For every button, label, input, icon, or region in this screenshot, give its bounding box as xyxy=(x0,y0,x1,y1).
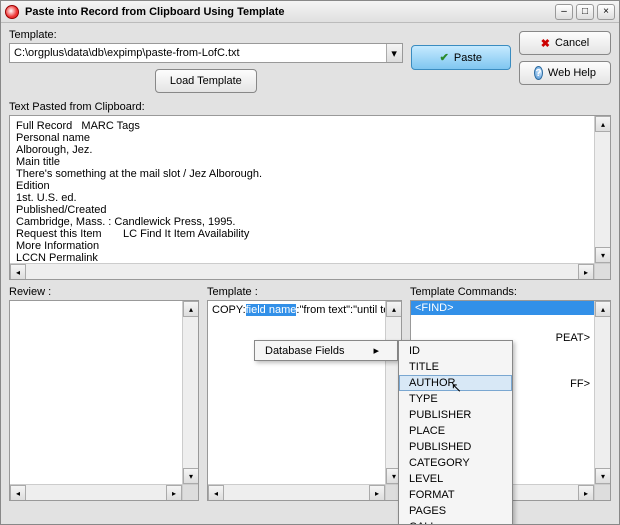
dialog-window: Paste into Record from Clipboard Using T… xyxy=(0,0,620,525)
tpl-suffix: :"from text":"until text" xyxy=(296,304,385,316)
scroll-up-button[interactable]: ▴ xyxy=(386,301,402,317)
scroll-right-button[interactable]: ▸ xyxy=(369,485,385,501)
cancel-button[interactable]: ✖ Cancel xyxy=(519,31,611,55)
template-hscroll[interactable]: ◂ ▸ xyxy=(208,484,385,500)
content-area: Template: ▾ Load Template ✔ Paste xyxy=(1,23,619,524)
scroll-track[interactable] xyxy=(595,132,610,247)
template-label: Template: xyxy=(9,29,403,41)
field-option-type[interactable]: TYPE xyxy=(399,391,512,407)
field-option-id[interactable]: ID xyxy=(399,343,512,359)
minimize-button[interactable]: – xyxy=(555,4,573,20)
webhelp-button[interactable]: ? Web Help xyxy=(519,61,611,85)
load-template-label: Load Template xyxy=(170,75,242,87)
scroll-right-button[interactable]: ▸ xyxy=(578,485,594,501)
maximize-button[interactable]: □ xyxy=(576,4,594,20)
template-path-input[interactable] xyxy=(10,44,386,62)
field-option-pages[interactable]: PAGES xyxy=(399,503,512,519)
scroll-right-button[interactable]: ▸ xyxy=(578,264,594,280)
help-icon: ? xyxy=(534,66,543,80)
scroll-left-button[interactable]: ◂ xyxy=(10,264,26,280)
scroll-corner xyxy=(182,484,198,500)
scroll-down-button[interactable]: ▾ xyxy=(595,247,611,263)
cancel-label: Cancel xyxy=(555,37,589,49)
clipboard-hscroll[interactable]: ◂ ▸ xyxy=(10,263,594,279)
paste-label: Paste xyxy=(454,52,482,64)
review-label: Review : xyxy=(9,286,199,298)
tpl-highlight: field name xyxy=(246,304,297,316)
field-option-level[interactable]: LEVEL xyxy=(399,471,512,487)
submenu-arrow-icon: ▸ xyxy=(373,344,379,357)
scroll-up-button[interactable]: ▴ xyxy=(595,116,611,132)
scroll-left-button[interactable]: ◂ xyxy=(10,485,26,501)
field-option-author[interactable]: AUTHOR xyxy=(399,375,512,391)
field-option-category[interactable]: CATEGORY xyxy=(399,455,512,471)
template-text[interactable]: COPY:field name:"from text":"until text" xyxy=(208,301,385,484)
scroll-right-button[interactable]: ▸ xyxy=(166,485,182,501)
field-option-place[interactable]: PLACE xyxy=(399,423,512,439)
review-hscroll[interactable]: ◂ ▸ xyxy=(10,484,182,500)
menu-item-database-fields[interactable]: Database Fields ▸ xyxy=(255,341,397,360)
field-option-publisher[interactable]: PUBLISHER xyxy=(399,407,512,423)
scroll-track[interactable] xyxy=(595,317,610,468)
dbfields-label: Database Fields xyxy=(265,345,345,357)
tpl-prefix: COPY: xyxy=(212,304,246,316)
close-button[interactable]: × xyxy=(597,4,615,20)
x-icon: ✖ xyxy=(541,37,550,50)
check-icon: ✔ xyxy=(440,51,449,64)
field-option-title[interactable]: TITLE xyxy=(399,359,512,375)
scroll-up-button[interactable]: ▴ xyxy=(595,301,611,317)
clipboard-label: Text Pasted from Clipboard: xyxy=(9,101,611,113)
commands-vscroll[interactable]: ▴ ▾ xyxy=(594,301,610,484)
scroll-track-h[interactable] xyxy=(26,264,578,279)
app-icon xyxy=(5,5,19,19)
template-col-label: Template : xyxy=(207,286,402,298)
template-dropdown-button[interactable]: ▾ xyxy=(386,44,402,62)
scroll-down-button[interactable]: ▾ xyxy=(595,468,611,484)
template-combo: ▾ xyxy=(9,43,403,63)
cmd-item[interactable]: <FIND> xyxy=(411,301,594,315)
scroll-track-h[interactable] xyxy=(26,485,166,500)
scroll-left-button[interactable]: ◂ xyxy=(208,485,224,501)
review-vscroll[interactable]: ▴ ▾ xyxy=(182,301,198,484)
popup-field-list: ID TITLE AUTHOR TYPE PUBLISHER PLACE PUB… xyxy=(398,340,513,524)
clipboard-vscroll[interactable]: ▴ ▾ xyxy=(594,116,610,263)
scroll-track[interactable] xyxy=(183,317,198,468)
window-title: Paste into Record from Clipboard Using T… xyxy=(25,6,552,18)
clipboard-text[interactable]: Full Record MARC Tags Personal name Albo… xyxy=(10,116,594,263)
field-option-published[interactable]: PUBLISHED xyxy=(399,439,512,455)
commands-label: Template Commands: xyxy=(410,286,611,298)
scroll-corner xyxy=(594,484,610,500)
template-box: COPY:field name:"from text":"until text"… xyxy=(207,300,402,501)
review-box: ▴ ▾ ◂ ▸ xyxy=(9,300,199,501)
titlebar: Paste into Record from Clipboard Using T… xyxy=(1,1,619,23)
scroll-corner xyxy=(594,263,610,279)
clipboard-textarea: Full Record MARC Tags Personal name Albo… xyxy=(9,115,611,280)
field-option-call[interactable]: CALL xyxy=(399,519,512,524)
paste-button[interactable]: ✔ Paste xyxy=(411,45,511,70)
field-option-format[interactable]: FORMAT xyxy=(399,487,512,503)
scroll-down-button[interactable]: ▾ xyxy=(183,468,199,484)
webhelp-label: Web Help xyxy=(548,67,596,79)
scroll-up-button[interactable]: ▴ xyxy=(183,301,199,317)
review-text[interactable] xyxy=(10,301,182,484)
load-template-button[interactable]: Load Template xyxy=(155,69,257,93)
cmd-item[interactable] xyxy=(411,315,594,331)
popup-database-fields: Database Fields ▸ xyxy=(254,340,398,361)
scroll-track-h[interactable] xyxy=(224,485,369,500)
